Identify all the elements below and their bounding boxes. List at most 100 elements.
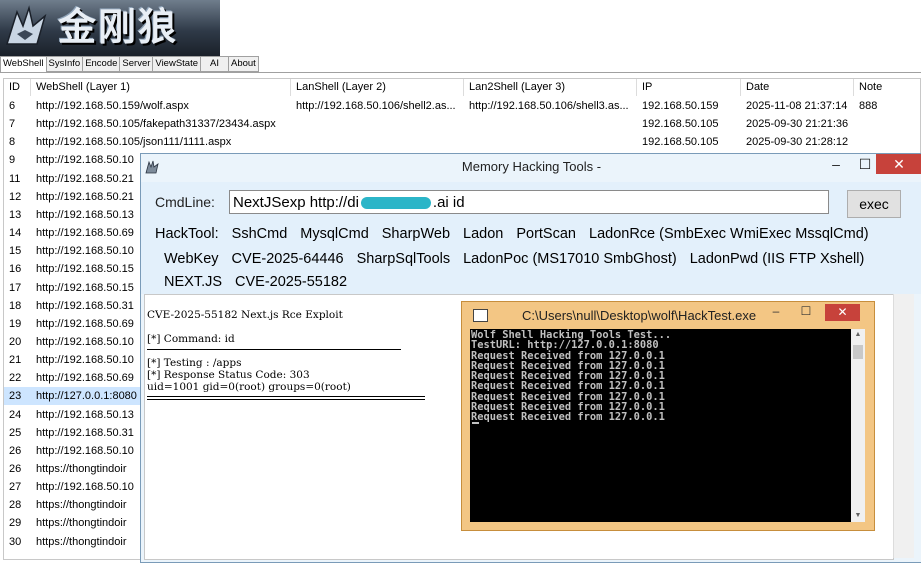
output-line: [*] Testing : /apps (147, 357, 242, 369)
cell-lan2: http://192.168.50.106/shell3.as... (469, 100, 629, 112)
cell-id: 22 (9, 372, 22, 385)
scroll-thumb[interactable] (853, 345, 863, 359)
tool-portscan[interactable]: PortScan (516, 226, 576, 242)
tool-row-1: HackTool: SshCmd MysqlCmd SharpWeb Ladon Port… (155, 226, 882, 242)
output-divider (147, 349, 401, 350)
cell-id: 25 (9, 426, 22, 439)
cell-date: 2025-09-30 21:21:36 (746, 118, 849, 131)
tool-ladon[interactable]: Ladon (463, 226, 503, 242)
tool-cve-2025-55182[interactable]: CVE-2025-55182 (235, 274, 347, 290)
console-screen[interactable]: Wolf Shell Hacking Tools Test... TestURL… (470, 329, 859, 522)
minimize-button[interactable]: – (762, 304, 790, 321)
minimize-button[interactable]: – (821, 154, 851, 174)
logo-text: 金刚狼 (58, 4, 179, 49)
cell-shell: http://192.168.50.159/wolf.aspx (36, 100, 189, 112)
cell-id: 27 (9, 481, 22, 494)
tool-nextjs[interactable]: NEXT.JS (164, 274, 222, 290)
close-button[interactable]: ✕ (876, 154, 921, 174)
tool-sharpweb[interactable]: SharpWeb (382, 226, 450, 242)
cell-id: 26 (9, 444, 22, 457)
tool-row-3: NEXT.JS CVE-2025-55182 (164, 274, 360, 290)
table-row[interactable]: 8 http://192.168.50.105/json111/1111.aspx… (4, 133, 920, 151)
scroll-up-icon[interactable]: ▲ (851, 329, 865, 341)
cell-date: 2025-11-08 21:37:14 (746, 100, 848, 112)
column-header-lanshell[interactable]: LanShell (Layer 2) (291, 79, 464, 96)
wolf-icon (5, 5, 47, 45)
cell-id: 8 (9, 136, 16, 149)
cell-id: 16 (9, 263, 22, 276)
output-divider (147, 399, 425, 400)
table-row[interactable]: 6 http://192.168.50.159/wolf.aspx http://1… (4, 97, 920, 115)
cell-id: 13 (9, 208, 22, 221)
cell-lan2 (464, 115, 637, 133)
cell-shell: http://192.168.50.105/fakepath31337/2343… (36, 118, 276, 131)
tab-viewstate[interactable]: ViewState (152, 56, 202, 72)
main-tabs: WebShell SysInfo Encode Server ViewState… (0, 56, 259, 73)
tool-ladonpwd[interactable]: LadonPwd (IIS FTP Xshell) (690, 251, 865, 267)
tab-encode[interactable]: Encode (82, 56, 121, 72)
column-header-ip[interactable]: IP (637, 79, 741, 96)
console-title: C:\Users\null\Desktop\wolf\HackTest.exe (522, 308, 757, 323)
table-row[interactable]: 7 http://192.168.50.105/fakepath31337/234… (4, 115, 920, 133)
maximize-button[interactable]: ☐ (851, 154, 879, 174)
column-header-date[interactable]: Date (741, 79, 854, 96)
tab-ai[interactable]: AI (200, 56, 229, 72)
cell-note (854, 115, 920, 133)
cell-note: 888 (859, 100, 878, 112)
column-header-lan2shell[interactable]: Lan2Shell (Layer 3) (464, 79, 637, 96)
cell-ip: 192.168.50.105 (642, 136, 719, 149)
cmdline-suffix: .ai id (432, 194, 465, 211)
tool-cve-2025-64446[interactable]: CVE-2025-64446 (232, 251, 344, 267)
maximize-button[interactable]: ☐ (792, 304, 820, 321)
tool-ladonpoc[interactable]: LadonPoc (MS17010 SmbGhost) (463, 251, 677, 267)
cell-note (854, 133, 920, 151)
cell-id: 23 (9, 390, 22, 403)
mht-controls: CmdLine: NextJSexp http://di .ai id exec … (141, 182, 921, 294)
cell-id: 15 (9, 245, 22, 258)
cell-id: 19 (9, 317, 22, 330)
cell-id: 12 (9, 190, 22, 203)
cell-lan (291, 115, 464, 133)
cmdline-input[interactable]: NextJSexp http://di .ai id (229, 190, 829, 214)
tab-server[interactable]: Server (119, 56, 154, 72)
console-window: C:\Users\null\Desktop\wolf\HackTest.exe … (461, 301, 875, 531)
cell-lan2 (464, 133, 637, 151)
column-header-note[interactable]: Note (854, 79, 920, 96)
console-scrollbar[interactable]: ▲ ▼ (851, 329, 865, 522)
tool-row-2: WebKey CVE-2025-64446 SharpSqlTools LadonPo… (164, 251, 877, 267)
console-cursor (472, 422, 479, 424)
exec-button[interactable]: exec (847, 190, 901, 218)
output-line: uid=1001 gid=0(root) groups=0(root) (147, 381, 351, 393)
console-titlebar[interactable]: C:\Users\null\Desktop\wolf\HackTest.exe … (462, 302, 874, 328)
cell-id: 24 (9, 408, 22, 421)
close-button[interactable]: ✕ (825, 304, 860, 321)
tool-mysqlcmd[interactable]: MysqlCmd (300, 226, 368, 242)
cell-id: 26 (9, 463, 22, 475)
output-scrollbar[interactable] (893, 294, 914, 558)
tool-sshcmd[interactable]: SshCmd (232, 226, 288, 242)
cell-id: 20 (9, 335, 22, 348)
column-header-id[interactable]: ID (4, 79, 31, 96)
redaction-mark (360, 197, 431, 210)
cell-id: 9 (9, 154, 16, 167)
cell-id: 17 (9, 281, 22, 294)
tab-sysinfo[interactable]: SysInfo (45, 56, 84, 72)
cmdline-prefix: NextJSexp http://di (233, 194, 359, 211)
tab-webshell[interactable]: WebShell (0, 56, 47, 73)
cell-ip: 192.168.50.105 (642, 118, 719, 131)
cell-id: 6 (9, 100, 16, 112)
tool-ladonrce[interactable]: LadonRce (SmbExec WmiExec MssqlCmd) (589, 226, 869, 242)
cell-id: 14 (9, 227, 22, 240)
tab-about[interactable]: About (228, 56, 259, 72)
table-header: ID WebShell (Layer 1) LanShell (Layer 2)… (4, 79, 920, 96)
cell-id: 28 (9, 499, 22, 512)
mht-titlebar[interactable]: Memory Hacking Tools - – ☐ ✕ (141, 154, 921, 182)
tool-webkey[interactable]: WebKey (164, 251, 219, 267)
output-divider (147, 396, 425, 397)
cell-id: 18 (9, 299, 22, 312)
cell-date: 2025-09-30 21:28:12 (746, 136, 849, 149)
output-line: [*] Command: id (147, 333, 235, 345)
scroll-down-icon[interactable]: ▼ (851, 510, 865, 522)
tool-sharpsqltools[interactable]: SharpSqlTools (357, 251, 451, 267)
column-header-webshell[interactable]: WebShell (Layer 1) (31, 79, 291, 96)
